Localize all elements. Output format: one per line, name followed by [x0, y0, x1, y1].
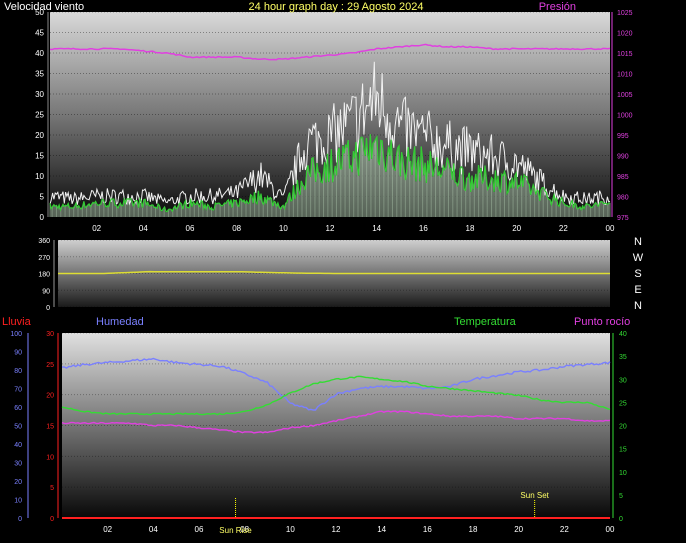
- direction-tick-label: 360: [38, 238, 50, 245]
- temp-hour-tick-label: 14: [377, 525, 386, 534]
- humidity-tick-label: 10: [14, 498, 22, 505]
- rain-tick-label: 15: [46, 424, 54, 431]
- wind-hour-tick-label: 20: [512, 224, 521, 233]
- wind-tick-label: 45: [35, 29, 44, 38]
- rain-tick-label: 0: [50, 516, 54, 523]
- wind-tick-label: 35: [35, 70, 44, 79]
- rain-tick-label: 5: [50, 485, 54, 492]
- temp-hour-tick-label: 22: [560, 525, 569, 534]
- temperature-tick-label: 10: [619, 470, 627, 477]
- temperature-tick-label: 30: [619, 377, 627, 384]
- pressure-tick-label: 975: [617, 215, 629, 222]
- wind-tick-label: 15: [35, 152, 44, 161]
- temperature-tick-label: 15: [619, 447, 627, 454]
- pressure-tick-label: 995: [617, 133, 629, 140]
- compass-label-e: E: [634, 284, 641, 296]
- pressure-axis-label: Presión: [539, 1, 576, 13]
- wind-hour-tick-label: 08: [232, 224, 241, 233]
- humidity-tick-label: 20: [14, 479, 22, 486]
- humidity-tick-label: 0: [18, 516, 22, 523]
- compass-label-s: S: [634, 268, 641, 280]
- humidity-tick-label: 30: [14, 461, 22, 468]
- rain-tick-label: 25: [46, 362, 54, 369]
- direction-tick-label: 270: [38, 255, 50, 262]
- temperature-tick-label: 5: [619, 493, 623, 500]
- temp-hour-tick-label: 06: [195, 525, 204, 534]
- temperature-tick-label: 35: [619, 354, 627, 361]
- rain-tick-label: 20: [46, 393, 54, 400]
- pressure-tick-label: 1010: [617, 72, 633, 79]
- pressure-tick-label: 1005: [617, 92, 633, 99]
- wind-tick-label: 30: [35, 90, 44, 99]
- wind-tick-label: 20: [35, 131, 44, 140]
- wind-tick-label: 10: [35, 172, 44, 181]
- pressure-tick-label: 985: [617, 174, 629, 181]
- rain-axis-label: Lluvia: [2, 316, 32, 328]
- pressure-tick-label: 1025: [617, 10, 633, 17]
- humidity-tick-label: 100: [10, 331, 22, 338]
- temp-hour-tick-label: 10: [286, 525, 295, 534]
- compass-label-n: N: [634, 236, 642, 248]
- wind-hour-tick-label: 22: [559, 224, 568, 233]
- wind-tick-label: 40: [35, 49, 44, 58]
- temperature-axis-label: Temperatura: [454, 316, 517, 328]
- wind-hour-tick-label: 14: [372, 224, 381, 233]
- wind-hour-tick-label: 06: [186, 224, 195, 233]
- wind-hour-tick-label: 12: [326, 224, 335, 233]
- temp-hour-tick-label: 18: [469, 525, 478, 534]
- pressure-tick-label: 990: [617, 154, 629, 161]
- sun-rise-label: Sun Rise: [219, 526, 252, 535]
- rain-tick-label: 10: [46, 454, 54, 461]
- wind-hour-tick-label: 16: [419, 224, 428, 233]
- humidity-tick-label: 80: [14, 368, 22, 375]
- wind-hour-tick-label: 18: [466, 224, 475, 233]
- humidity-axis-label: Humedad: [96, 316, 144, 328]
- wind-tick-label: 0: [40, 213, 45, 222]
- pressure-tick-label: 1015: [617, 51, 633, 58]
- temperature-tick-label: 40: [619, 331, 627, 338]
- wind-hour-tick-label: 02: [92, 224, 101, 233]
- rain-tick-label: 30: [46, 331, 54, 338]
- humidity-tick-label: 90: [14, 350, 22, 357]
- temperature-tick-label: 0: [619, 516, 623, 523]
- direction-tick-label: 90: [42, 288, 50, 295]
- temp-hour-tick-label: 20: [514, 525, 523, 534]
- temp-hour-tick-label: 16: [423, 525, 432, 534]
- temperature-tick-label: 25: [619, 400, 627, 407]
- temp-hour-tick-label: 04: [149, 525, 158, 534]
- chart-title: 24 hour graph day : 29 Agosto 2024: [249, 1, 424, 13]
- direction-tick-label: 0: [46, 305, 50, 312]
- wind-axis-label: Velocidad viento: [4, 1, 84, 13]
- pressure-tick-label: 1000: [617, 113, 633, 120]
- humidity-tick-label: 40: [14, 442, 22, 449]
- temp-hour-tick-label: 00: [606, 525, 615, 534]
- temp-hour-tick-label: 12: [332, 525, 341, 534]
- compass-label-w: W: [633, 252, 644, 264]
- wind-hour-tick-label: 00: [606, 224, 615, 233]
- pressure-tick-label: 1020: [617, 31, 633, 38]
- temp-hour-tick-label: 02: [103, 525, 112, 534]
- humidity-tick-label: 60: [14, 405, 22, 412]
- compass-label-n: N: [634, 300, 642, 312]
- sun-set-label: Sun Set: [520, 491, 549, 500]
- temperature-tick-label: 20: [619, 424, 627, 431]
- wind-hour-tick-label: 04: [139, 224, 148, 233]
- direction-tick-label: 180: [38, 272, 50, 279]
- pressure-tick-label: 980: [617, 195, 629, 202]
- weather-graph: 0 5 10 15 20 25 30 35 40 45 50 975 980 985 990 995 1000 1…: [0, 0, 686, 543]
- dewpoint-axis-label: Punto rocío: [574, 316, 630, 328]
- wind-tick-label: 5: [40, 193, 45, 202]
- wind-hour-tick-label: 10: [279, 224, 288, 233]
- weather-chart-svg: 0510152025303540455097598098599099510001…: [2, 1, 644, 535]
- wind-tick-label: 25: [35, 111, 44, 120]
- humidity-tick-label: 50: [14, 424, 22, 431]
- humidity-tick-label: 70: [14, 387, 22, 394]
